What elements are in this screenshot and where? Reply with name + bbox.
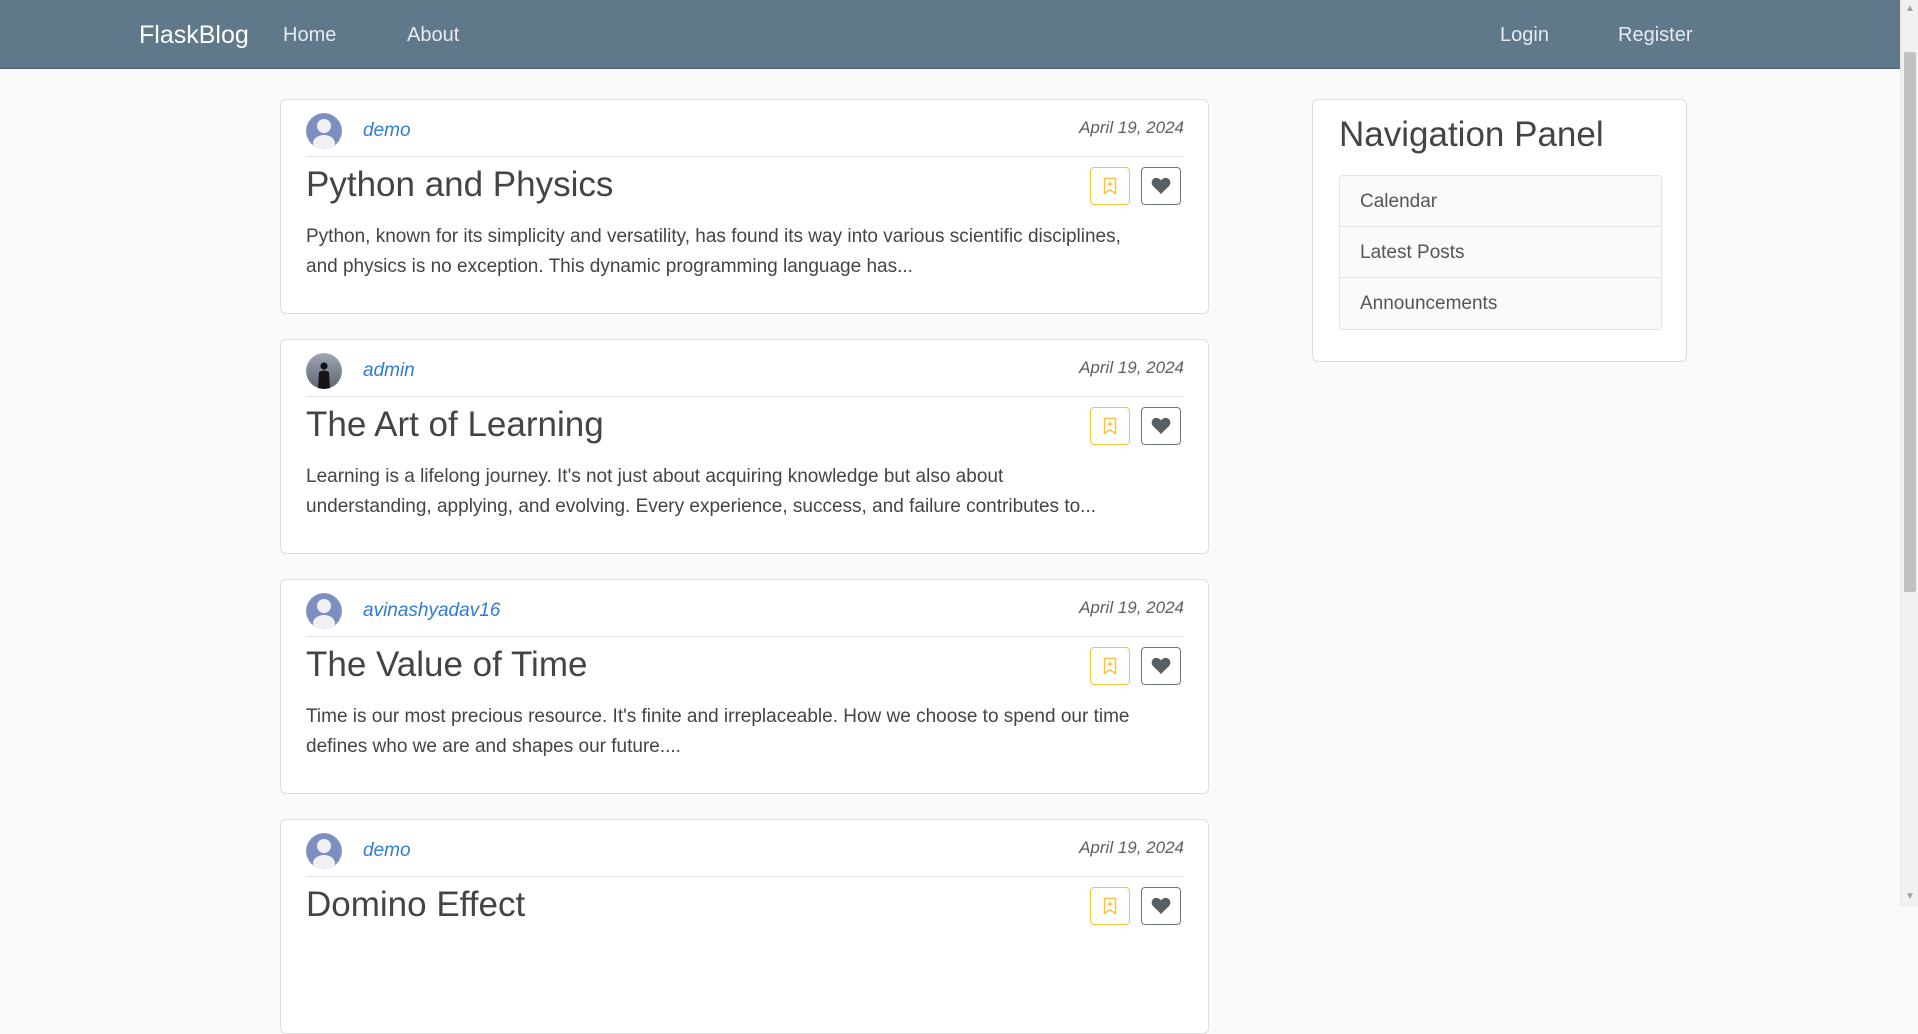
bookmark-plus-icon xyxy=(1103,657,1117,675)
nav-login-link[interactable]: Login xyxy=(1500,23,1549,47)
author-avatar[interactable] xyxy=(306,833,342,869)
post-title[interactable]: The Art of Learning xyxy=(306,403,604,447)
bookmark-button[interactable] xyxy=(1090,407,1130,445)
like-button[interactable] xyxy=(1141,647,1181,685)
nav-panel-item-latest-posts[interactable]: Latest Posts xyxy=(1340,227,1661,278)
like-button[interactable] xyxy=(1141,407,1181,445)
heart-icon xyxy=(1151,897,1171,914)
post-author-link[interactable]: avinashyadav16 xyxy=(363,599,500,623)
post-date: April 19, 2024 xyxy=(1079,838,1184,857)
post-author-link[interactable]: admin xyxy=(363,359,415,383)
top-navbar: FlaskBlog Home About Login Register xyxy=(0,0,1900,69)
author-avatar[interactable] xyxy=(306,113,342,149)
like-button[interactable] xyxy=(1141,887,1181,925)
nav-register-link[interactable]: Register xyxy=(1618,23,1692,47)
post-title[interactable]: Python and Physics xyxy=(306,163,613,207)
scroll-down-arrow-icon[interactable]: ▼ xyxy=(1901,888,1918,906)
post-excerpt: Learning is a lifelong journey. It's not… xyxy=(306,466,1097,517)
bookmark-plus-icon xyxy=(1103,417,1117,435)
post-title[interactable]: The Value of Time xyxy=(306,643,587,687)
divider xyxy=(306,396,1184,397)
nav-panel-item-calendar[interactable]: Calendar xyxy=(1340,176,1661,227)
bookmark-button[interactable] xyxy=(1090,647,1130,685)
bookmark-plus-icon xyxy=(1103,897,1117,915)
post-author-link[interactable]: demo xyxy=(363,839,411,863)
post-date: April 19, 2024 xyxy=(1079,358,1184,377)
bookmark-plus-icon xyxy=(1103,177,1117,195)
post-date: April 19, 2024 xyxy=(1079,598,1184,617)
nav-about-link[interactable]: About xyxy=(407,23,459,47)
like-button[interactable] xyxy=(1141,167,1181,205)
heart-icon xyxy=(1151,657,1171,674)
scrollbar-thumb[interactable] xyxy=(1904,52,1916,592)
post-title[interactable]: Domino Effect xyxy=(306,883,525,927)
author-avatar[interactable] xyxy=(306,353,342,389)
heart-icon xyxy=(1151,417,1171,434)
post-card: demo April 19, 2024 Domino Effect xyxy=(280,819,1209,1034)
post-card: avinashyadav16 April 19, 2024 The Value … xyxy=(280,579,1209,794)
nav-home-link[interactable]: Home xyxy=(283,23,336,47)
divider xyxy=(306,636,1184,637)
bookmark-button[interactable] xyxy=(1090,167,1130,205)
post-excerpt: Time is our most precious resource. It's… xyxy=(306,706,1130,757)
post-date: April 19, 2024 xyxy=(1079,118,1184,137)
navigation-panel-list: Calendar Latest Posts Announcements xyxy=(1339,175,1662,330)
heart-icon xyxy=(1151,177,1171,194)
navigation-panel: Navigation Panel Calendar Latest Posts A… xyxy=(1312,99,1687,362)
divider xyxy=(306,156,1184,157)
scroll-up-arrow-icon[interactable]: ▲ xyxy=(1901,0,1918,18)
post-excerpt: Python, known for its simplicity and ver… xyxy=(306,226,1121,277)
bookmark-button[interactable] xyxy=(1090,887,1130,925)
nav-panel-item-announcements[interactable]: Announcements xyxy=(1340,278,1661,329)
navigation-panel-title: Navigation Panel xyxy=(1339,115,1604,154)
brand-logo[interactable]: FlaskBlog xyxy=(139,20,249,50)
post-card: demo April 19, 2024 Python and Physics P… xyxy=(280,99,1209,314)
divider xyxy=(306,876,1184,877)
author-avatar[interactable] xyxy=(306,593,342,629)
post-card: admin April 19, 2024 The Art of Learning… xyxy=(280,339,1209,554)
post-author-link[interactable]: demo xyxy=(363,119,411,143)
page-scrollbar[interactable]: ▲ ▼ xyxy=(1900,0,1918,906)
